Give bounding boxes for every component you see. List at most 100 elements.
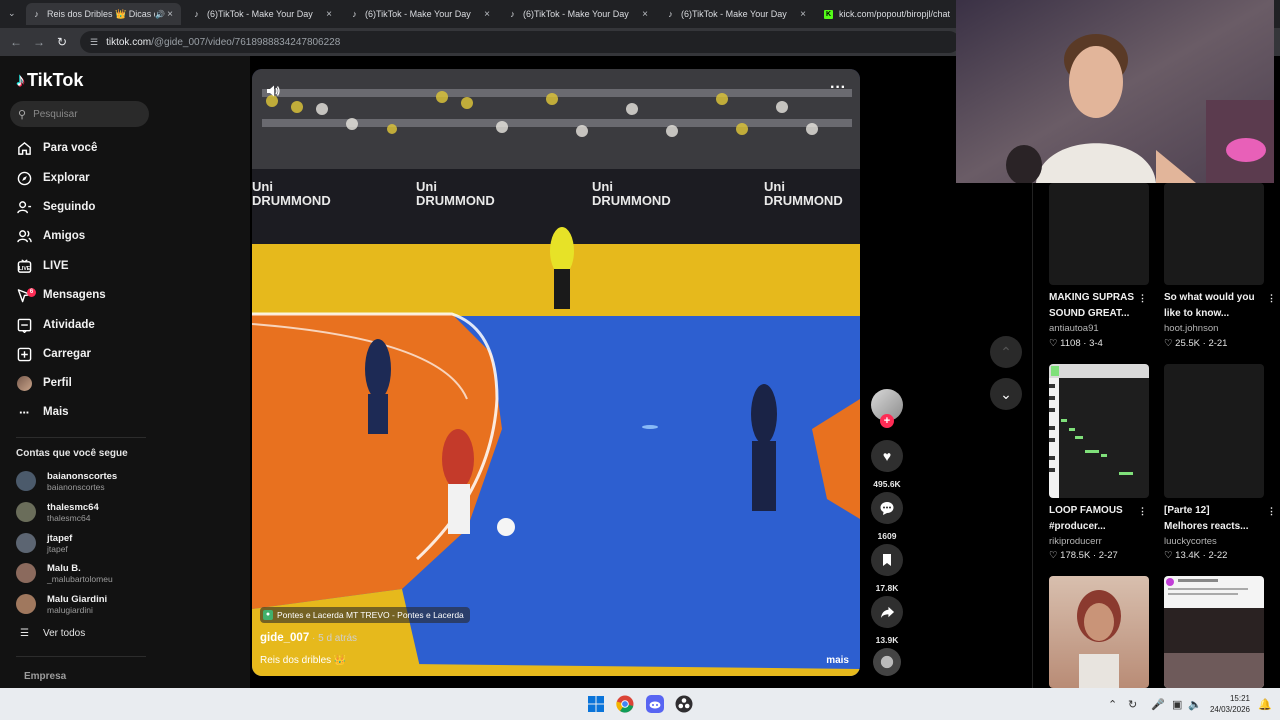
video-thumbnail[interactable]	[1164, 364, 1264, 498]
live-icon: LIVE	[16, 258, 32, 274]
tab-search-chevron-icon[interactable]: ⌄	[8, 8, 16, 19]
obs-icon[interactable]	[675, 695, 693, 713]
video-author[interactable]: gide_007 · 5 d atrás	[260, 632, 357, 644]
card-title-line: LOOP FAMOUS	[1049, 505, 1123, 516]
nav-explorar[interactable]: Explorar	[16, 166, 90, 190]
nav-amigos[interactable]: Amigos	[16, 224, 85, 248]
heart-outline-icon: ♡	[1164, 550, 1173, 561]
card-username[interactable]: luuckycortes	[1164, 536, 1217, 547]
profile-avatar	[16, 375, 32, 391]
followed-account[interactable]: baianonscortes baianonscortes	[16, 467, 117, 495]
comment-button[interactable]: 1609	[871, 492, 903, 541]
close-tab-icon[interactable]: ×	[640, 9, 650, 20]
microphone-icon[interactable]: 🎤	[1151, 698, 1165, 711]
close-tab-icon[interactable]: ×	[482, 9, 492, 20]
nav-mensagens[interactable]: 6 Mensagens	[16, 283, 106, 307]
tray-expand-icon[interactable]: ⌃	[1108, 698, 1117, 711]
music-disc-icon	[873, 648, 901, 676]
browser-tab[interactable]: ♪ (6)TikTok - Make Your Day ×	[502, 3, 656, 25]
url-field[interactable]: ☰ tiktok.com/@gide_007/video/76189888342…	[80, 31, 960, 53]
compass-icon	[16, 170, 32, 186]
card-title[interactable]: LOOP FAMOUS #producer... ⋮	[1049, 503, 1149, 535]
volume-icon[interactable]	[265, 83, 281, 102]
nav-perfil[interactable]: Perfil	[16, 371, 72, 395]
video-more-icon[interactable]: ···	[830, 79, 846, 97]
nav-atividade[interactable]: Atividade	[16, 313, 95, 337]
video-player[interactable]: Uni DRUMMOND Uni DRUMMOND Uni DRUMMOND U…	[252, 69, 860, 676]
card-username[interactable]: antiautoa91	[1049, 323, 1099, 334]
tab-title: kick.com/popout/biropjl/chat	[839, 9, 950, 19]
card-more-icon[interactable]: ⋮	[1267, 503, 1276, 519]
browser-tab[interactable]: ♪ (6)TikTok - Make Your Day ×	[344, 3, 498, 25]
nav-seguindo[interactable]: Seguindo	[16, 195, 95, 219]
followed-account[interactable]: Malu Giardini malugiardini	[16, 590, 107, 618]
like-button[interactable]: ♥ 495.6K	[871, 440, 903, 489]
close-tab-icon[interactable]: ×	[165, 9, 175, 20]
creator-avatar-button[interactable]: +	[871, 389, 903, 428]
card-more-icon[interactable]: ⋮	[1138, 290, 1147, 306]
browser-tab[interactable]: K kick.com/popout/biropjl/chat	[818, 3, 956, 25]
video-thumbnail[interactable]	[1049, 576, 1149, 688]
card-date: 3-4	[1089, 338, 1103, 349]
card-more-icon[interactable]: ⋮	[1138, 503, 1147, 519]
network-icon[interactable]: ▣	[1172, 698, 1182, 711]
save-button[interactable]: 17.8K	[871, 544, 903, 593]
card-title-line: So what would you	[1164, 292, 1255, 303]
nav-mais[interactable]: ··· Mais	[16, 400, 69, 424]
video-thumbnail[interactable]	[1164, 183, 1264, 285]
chrome-icon[interactable]	[616, 695, 634, 713]
caption-more-link[interactable]: mais	[826, 655, 849, 666]
nav-para-voce[interactable]: Para você	[16, 136, 97, 160]
tiktok-logo[interactable]: ♪ TikTok	[16, 70, 83, 91]
card-title[interactable]: So what would you like to know... ⋮	[1164, 290, 1276, 322]
system-clock[interactable]: 15:21 24/03/2026	[1210, 693, 1250, 715]
sponsor-text: Uni DRUMMOND	[764, 179, 843, 208]
back-arrow-icon[interactable]: ←	[10, 35, 22, 49]
card-username[interactable]: hoot.johnson	[1164, 323, 1218, 334]
nav-live[interactable]: LIVE LIVE	[16, 254, 69, 278]
followed-account[interactable]: Malu B. _malubartolomeu	[16, 559, 113, 587]
sound-disc-button[interactable]	[871, 648, 903, 676]
see-all-link[interactable]: ☰ Ver todos	[20, 628, 85, 639]
previous-video-button[interactable]: ⌃	[990, 336, 1022, 368]
nav-carregar[interactable]: Carregar	[16, 342, 91, 366]
browser-tab[interactable]: ♪ (6)TikTok - Make Your Day ×	[186, 3, 340, 25]
upload-icon	[16, 346, 32, 362]
tiktok-favicon-icon: ♪	[510, 8, 515, 19]
discord-icon[interactable]	[646, 695, 664, 713]
account-name: baianonscortes	[47, 470, 118, 482]
followed-account[interactable]: thalesmc64 thalesmc64	[16, 498, 99, 526]
search-input[interactable]: ⚲ Pesquisar	[10, 101, 149, 127]
video-thumbnail[interactable]	[1164, 576, 1264, 688]
account-name: Malu B.	[47, 562, 81, 574]
followed-account[interactable]: jtapef jtapef	[16, 529, 72, 557]
browser-tab[interactable]: ♪ (6)TikTok - Make Your Day ×	[660, 3, 814, 25]
forward-arrow-icon[interactable]: →	[33, 35, 45, 49]
browser-tab-active[interactable]: ♪ Reis dos Dribles 👑 Dicas d 🔊 ×	[26, 3, 181, 25]
video-thumbnail[interactable]	[1049, 183, 1149, 285]
clock-time: 15:21	[1229, 694, 1250, 703]
url-host: tiktok.com	[106, 36, 152, 48]
location-tag[interactable]: ● Pontes e Lacerda MT TREVO - Pontes e L…	[260, 607, 470, 623]
next-video-button[interactable]: ⌄	[990, 378, 1022, 410]
follow-plus-icon[interactable]: +	[880, 414, 894, 428]
chevron-up-icon: ⌃	[1000, 343, 1012, 360]
tray-sync-icon[interactable]: ↻	[1128, 698, 1137, 711]
windows-start-icon[interactable]	[587, 695, 605, 713]
card-title[interactable]: MAKING SUPRAS SOUND GREAT... ⋮	[1049, 290, 1149, 322]
share-button[interactable]: 13.9K	[871, 596, 903, 645]
video-thumbnail[interactable]	[1049, 364, 1149, 498]
nav-label: Carregar	[43, 348, 91, 360]
volume-tray-icon[interactable]: 🔈	[1188, 698, 1202, 711]
company-link[interactable]: Empresa	[24, 671, 66, 682]
close-tab-icon[interactable]: ×	[798, 9, 808, 20]
audio-icon[interactable]: 🔊	[155, 10, 165, 19]
heart-icon: ♥	[871, 440, 903, 472]
card-username[interactable]: rikiproducerr	[1049, 536, 1102, 547]
reload-icon[interactable]: ↻	[57, 35, 67, 49]
close-tab-icon[interactable]: ×	[324, 9, 334, 20]
card-title[interactable]: [Parte 12] Melhores reacts... ⋮	[1164, 503, 1276, 535]
notifications-icon[interactable]: 🔔	[1258, 698, 1272, 711]
site-info-icon[interactable]: ☰	[90, 37, 98, 48]
card-more-icon[interactable]: ⋮	[1267, 290, 1276, 306]
